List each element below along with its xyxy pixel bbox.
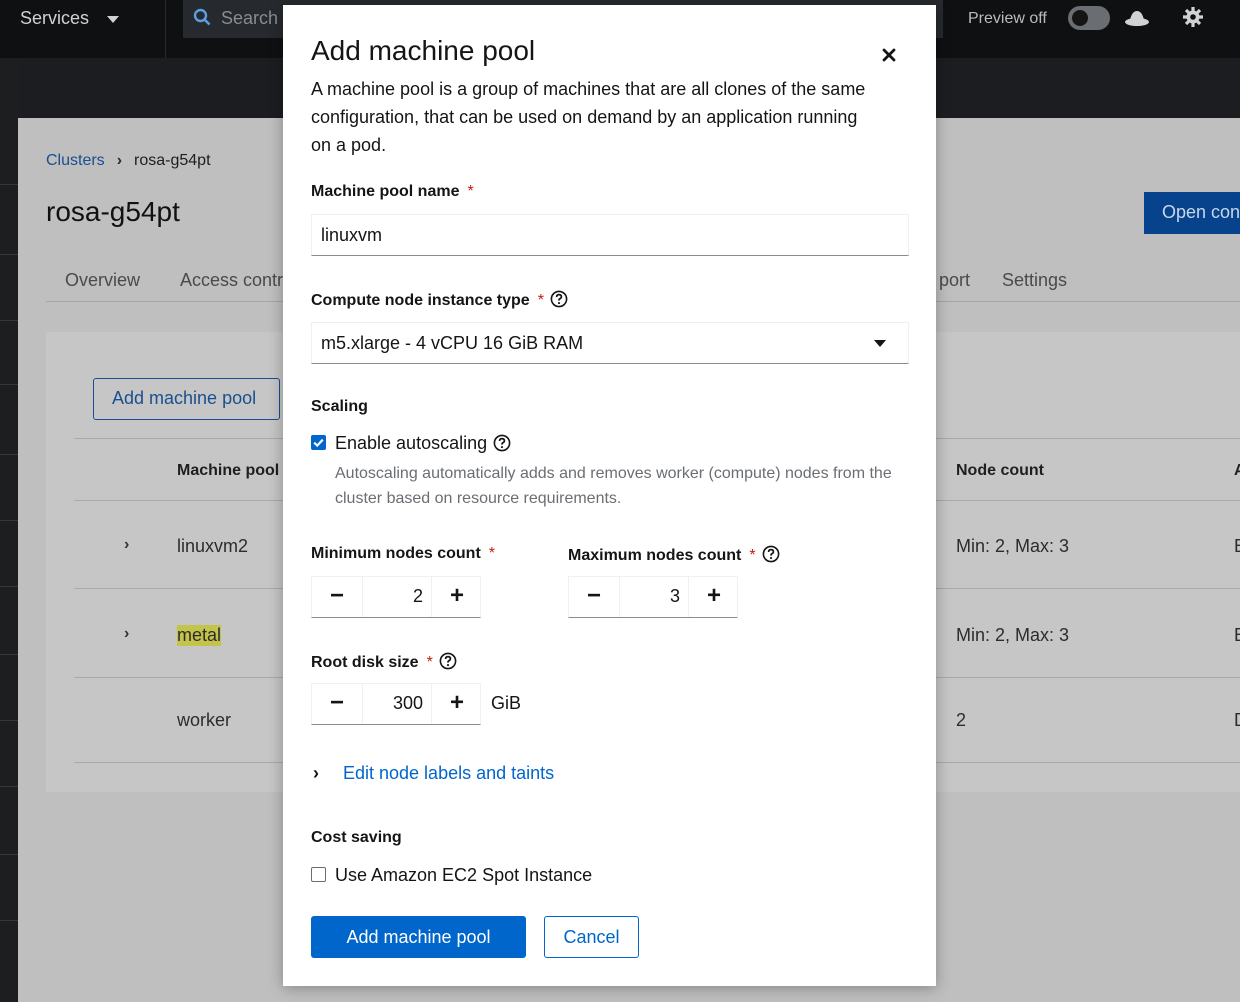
- label-text: Machine pool name: [311, 183, 460, 200]
- scaling-section-title: Scaling: [311, 398, 368, 415]
- table-cell-extra: E: [1234, 625, 1240, 646]
- services-menu[interactable]: Services: [20, 8, 120, 29]
- label-text: Maximum nodes count: [568, 547, 742, 564]
- spot-instance-checkbox[interactable]: [311, 867, 326, 882]
- label-text: Enable autoscaling: [335, 433, 488, 453]
- min-nodes-stepper[interactable]: − 2 +: [311, 576, 481, 618]
- min-nodes-label: Minimum nodes count *: [311, 545, 495, 563]
- expand-row-icon[interactable]: ›: [124, 536, 129, 554]
- table-cell-node-count: Min: 2, Max: 3: [956, 625, 1070, 645]
- root-disk-stepper[interactable]: − 300 +: [311, 683, 481, 725]
- label-text: Root disk size: [311, 654, 419, 671]
- required-marker: *: [749, 547, 756, 564]
- breadcrumb-current: rosa-g54pt: [134, 152, 211, 169]
- column-header-extra: A: [1234, 462, 1240, 479]
- max-nodes-label: Maximum nodes count *: [568, 545, 780, 565]
- left-nav-strip: [0, 58, 18, 1002]
- services-label: Services: [20, 8, 90, 28]
- caret-down-icon: [874, 340, 886, 347]
- instance-type-value: m5.xlarge - 4 vCPU 16 GiB RAM: [321, 333, 584, 353]
- redhat-icon[interactable]: [1124, 8, 1150, 28]
- instance-type-select[interactable]: m5.xlarge - 4 vCPU 16 GiB RAM: [311, 322, 909, 364]
- edit-node-labels-link[interactable]: Edit node labels and taints: [343, 763, 554, 783]
- min-nodes-value[interactable]: 2: [362, 577, 432, 617]
- tab-overview[interactable]: Overview: [65, 270, 140, 291]
- table-cell-name: metal: [177, 625, 222, 646]
- modal-title: Add machine pool: [311, 35, 536, 66]
- instance-type-label: Compute node instance type *: [311, 290, 568, 310]
- open-console-button[interactable]: Open con: [1144, 192, 1240, 234]
- machine-pool-name-input[interactable]: linuxvm: [311, 214, 909, 256]
- help-icon[interactable]: [550, 290, 568, 308]
- gear-icon[interactable]: [1182, 6, 1204, 28]
- autoscaling-helper-text: Autoscaling automatically adds and remov…: [335, 465, 892, 507]
- label-text: Minimum nodes count: [311, 545, 481, 562]
- increment-button[interactable]: +: [689, 577, 739, 617]
- close-icon[interactable]: [879, 45, 899, 65]
- add-machine-pool-button[interactable]: Add machine pool: [93, 378, 280, 420]
- decrement-button[interactable]: −: [569, 577, 619, 617]
- table-cell-name: linuxvm2: [177, 536, 249, 556]
- search-icon: [193, 8, 211, 26]
- tab-settings[interactable]: Settings: [1002, 270, 1067, 291]
- max-nodes-value[interactable]: 3: [619, 577, 689, 617]
- enable-autoscaling-label: Enable autoscaling: [335, 433, 511, 454]
- expand-row-icon[interactable]: ›: [124, 625, 129, 643]
- checkmark-icon: [313, 438, 324, 448]
- root-disk-value[interactable]: 300: [362, 684, 432, 724]
- increment-button[interactable]: +: [432, 684, 482, 724]
- preview-toggle[interactable]: [1068, 6, 1110, 30]
- increment-button[interactable]: +: [432, 577, 482, 617]
- search-placeholder: Search: [221, 8, 279, 28]
- max-nodes-stepper[interactable]: − 3 +: [568, 576, 738, 618]
- required-marker: *: [426, 654, 433, 671]
- page-title: rosa-g54pt: [46, 196, 180, 227]
- column-header-machine-pool: Machine pool: [177, 462, 280, 479]
- table-cell-name: worker: [177, 710, 232, 730]
- tab-support[interactable]: port: [939, 270, 970, 291]
- table-cell-extra: D: [1234, 710, 1240, 731]
- add-machine-pool-modal: Add machine pool A machine pool is a gro…: [283, 5, 936, 986]
- cancel-button[interactable]: Cancel: [544, 916, 639, 958]
- column-header-node-count: Node count: [956, 462, 1044, 479]
- add-machine-pool-submit-button[interactable]: Add machine pool: [311, 916, 526, 958]
- required-marker: *: [537, 292, 544, 309]
- toggle-knob: [1072, 10, 1088, 26]
- masthead-divider: [165, 0, 166, 58]
- chevron-right-icon: ›: [313, 763, 319, 783]
- caret-down-icon: [107, 15, 120, 23]
- required-marker: *: [467, 183, 474, 200]
- enable-autoscaling-checkbox[interactable]: [311, 435, 326, 450]
- cost-saving-section-title: Cost saving: [311, 829, 402, 846]
- decrement-button[interactable]: −: [312, 684, 362, 724]
- help-icon[interactable]: [439, 652, 457, 670]
- table-cell-node-count: 2: [956, 710, 967, 730]
- machine-pool-name-label: Machine pool name *: [311, 183, 474, 201]
- modal-description: A machine pool is a group of machines th…: [311, 79, 866, 155]
- tab-access-control[interactable]: Access contr: [180, 270, 283, 291]
- required-marker: *: [488, 545, 496, 562]
- disk-unit-label: GiB: [491, 693, 522, 713]
- help-icon[interactable]: [493, 434, 511, 452]
- breadcrumb-clusters-link[interactable]: Clusters: [46, 152, 105, 169]
- root-disk-size-label: Root disk size *: [311, 652, 457, 672]
- help-icon[interactable]: [762, 545, 780, 563]
- preview-label: Preview off: [968, 10, 1047, 27]
- chevron-right-icon: ›: [116, 152, 123, 169]
- breadcrumb: Clusters › rosa-g54pt: [46, 152, 211, 170]
- node-labels-expander[interactable]: › Edit node labels and taints: [313, 763, 554, 784]
- table-cell-extra: E: [1234, 536, 1240, 557]
- decrement-button[interactable]: −: [312, 577, 362, 617]
- table-cell-node-count: Min: 2, Max: 3: [956, 536, 1070, 556]
- label-text: Compute node instance type: [311, 292, 530, 309]
- spot-instance-label: Use Amazon EC2 Spot Instance: [335, 865, 593, 885]
